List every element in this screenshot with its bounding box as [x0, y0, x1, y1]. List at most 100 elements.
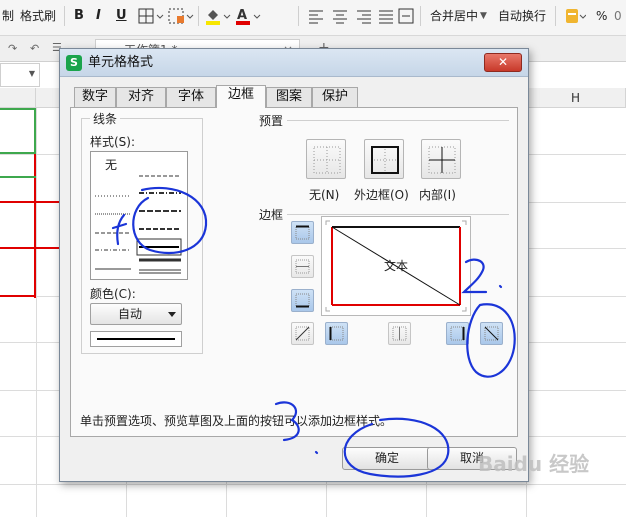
preset-outline-icon — [371, 146, 399, 174]
percent-button[interactable]: % — [596, 6, 607, 26]
toolbar-divider — [555, 6, 556, 26]
thousands-button[interactable]: 0 — [614, 6, 622, 26]
border-inside-h-icon — [295, 259, 310, 274]
divider — [287, 120, 509, 121]
name-box[interactable]: ▼ — [0, 63, 40, 87]
toolbar-divider — [64, 6, 65, 26]
ribbon-toolbar: 制 格式刷 B I U A 合并居中 ▼ 自动换行 % 0 — [0, 0, 626, 36]
border-diagonal-down-button[interactable] — [480, 322, 503, 345]
borders-icon — [138, 8, 164, 24]
dialog-title: 单元格格式 — [88, 55, 154, 70]
color-select-value: 自动 — [117, 307, 142, 321]
chevron-down-icon: ▼ — [28, 69, 35, 78]
border-right-icon — [450, 326, 465, 341]
align-center-button[interactable] — [332, 6, 348, 26]
underline-button[interactable]: U — [116, 6, 127, 26]
preset-outline-button[interactable] — [364, 139, 404, 179]
border-bottom-button[interactable] — [291, 289, 314, 312]
color-preview — [90, 331, 182, 347]
fill-color-button[interactable] — [204, 6, 232, 26]
border-preview[interactable]: 文本 — [321, 216, 471, 316]
justify-icon — [379, 10, 393, 24]
column-h-header[interactable]: H — [526, 88, 626, 108]
redo-icon[interactable]: ↷ — [8, 42, 17, 55]
border-left-button[interactable] — [325, 322, 348, 345]
close-button[interactable]: ✕ — [484, 53, 522, 72]
color-label: 颜色(C): — [90, 287, 136, 301]
wps-app-icon: S — [66, 55, 82, 71]
border-inside-vertical-button[interactable] — [388, 322, 411, 345]
bold-button[interactable]: B — [74, 6, 84, 26]
line-style-options[interactable] — [91, 152, 189, 281]
border-inside-v-icon — [392, 326, 407, 341]
line-style-list[interactable]: 无 — [90, 151, 188, 280]
border-title: 边框 — [259, 208, 284, 222]
preset-inside-button[interactable] — [421, 139, 461, 179]
align-center-icon — [333, 10, 347, 24]
color-select[interactable]: 自动 — [90, 303, 182, 325]
line-group-title: 线条 — [90, 110, 121, 127]
font-color-button[interactable]: A — [234, 6, 262, 26]
tab-font[interactable]: 字体 — [166, 87, 216, 107]
cell-style-icon — [566, 9, 587, 23]
undo-icon[interactable]: ↶ — [30, 42, 39, 55]
svg-text:A: A — [237, 8, 247, 23]
border-right-button[interactable] — [446, 322, 469, 345]
format-painter-button[interactable]: 格式刷 — [20, 6, 56, 26]
ok-button[interactable]: 确定 — [342, 447, 432, 470]
border-diagonal-up-button[interactable] — [291, 322, 314, 345]
preset-title: 预置 — [259, 114, 284, 128]
merge-center-button[interactable]: 合并居中 — [430, 6, 478, 26]
cell-style-button[interactable] — [564, 6, 587, 26]
preset-inside-icon — [428, 146, 456, 174]
justify-button[interactable] — [378, 6, 394, 26]
tab-number[interactable]: 数字 — [74, 87, 116, 107]
paint-bucket-icon — [206, 10, 231, 25]
border-inside-horizontal-button[interactable] — [291, 255, 314, 278]
selected-cell[interactable] — [0, 108, 36, 154]
preset-none-icon — [313, 146, 341, 174]
fill-pattern-button[interactable] — [168, 6, 194, 26]
pattern-icon — [168, 8, 194, 24]
align-left-button[interactable] — [308, 6, 324, 26]
toolbar-divider — [298, 6, 299, 26]
preview-text: 文本 — [384, 259, 409, 273]
border-left-icon — [329, 326, 344, 341]
chevron-down-icon[interactable]: ▼ — [480, 6, 487, 26]
diagonal-up-icon — [295, 326, 310, 341]
divider — [287, 214, 509, 215]
line-group: 线条 样式(S): 无 颜色(C): 自动 — [81, 110, 203, 354]
border-top-button[interactable] — [291, 221, 314, 244]
dialog-title-bar[interactable]: S 单元格格式 ✕ — [60, 49, 528, 77]
tab-protection[interactable]: 保护 — [312, 87, 358, 107]
border-tab-panel: 线条 样式(S): 无 颜色(C): 自动 预置 无(N) 外边框(O) 内部(… — [70, 107, 518, 437]
align-right-icon — [357, 10, 371, 24]
preset-none-label: 无(N) — [309, 188, 340, 202]
border-top-icon — [295, 225, 310, 240]
preset-inside-label: 内部(I) — [419, 188, 456, 202]
italic-button[interactable]: I — [96, 6, 101, 26]
tab-alignment[interactable]: 对齐 — [116, 87, 166, 107]
distribute-icon — [398, 8, 414, 24]
preset-outline-label: 外边框(O) — [354, 188, 409, 202]
wrap-text-button[interactable]: 自动换行 — [498, 6, 546, 26]
tab-pattern[interactable]: 图案 — [266, 87, 312, 107]
preset-none-button[interactable] — [306, 139, 346, 179]
toolbar-divider — [420, 6, 421, 26]
tab-border[interactable]: 边框 — [216, 85, 266, 108]
align-left-icon — [309, 10, 323, 24]
selection-edge — [0, 176, 36, 178]
diagonal-down-icon — [484, 326, 499, 341]
borders-button[interactable] — [138, 6, 164, 26]
baidu-watermark: Baidu 经验 — [478, 452, 590, 476]
border-bottom-icon — [295, 293, 310, 308]
align-right-button[interactable] — [356, 6, 372, 26]
grid-line — [0, 484, 626, 485]
distribute-button[interactable] — [398, 6, 414, 26]
toolbar-divider — [198, 6, 199, 26]
hint-text: 单击预置选项、预览草图及上面的按钮可以添加边框样式。 — [80, 414, 393, 428]
cut-button[interactable]: 制 — [2, 6, 14, 26]
select-all-corner[interactable] — [0, 88, 36, 108]
font-color-icon: A — [236, 8, 261, 25]
format-cells-dialog: S 单元格格式 ✕ 数字 对齐 字体 边框 图案 保护 线条 样式(S): 无 — [59, 48, 529, 482]
